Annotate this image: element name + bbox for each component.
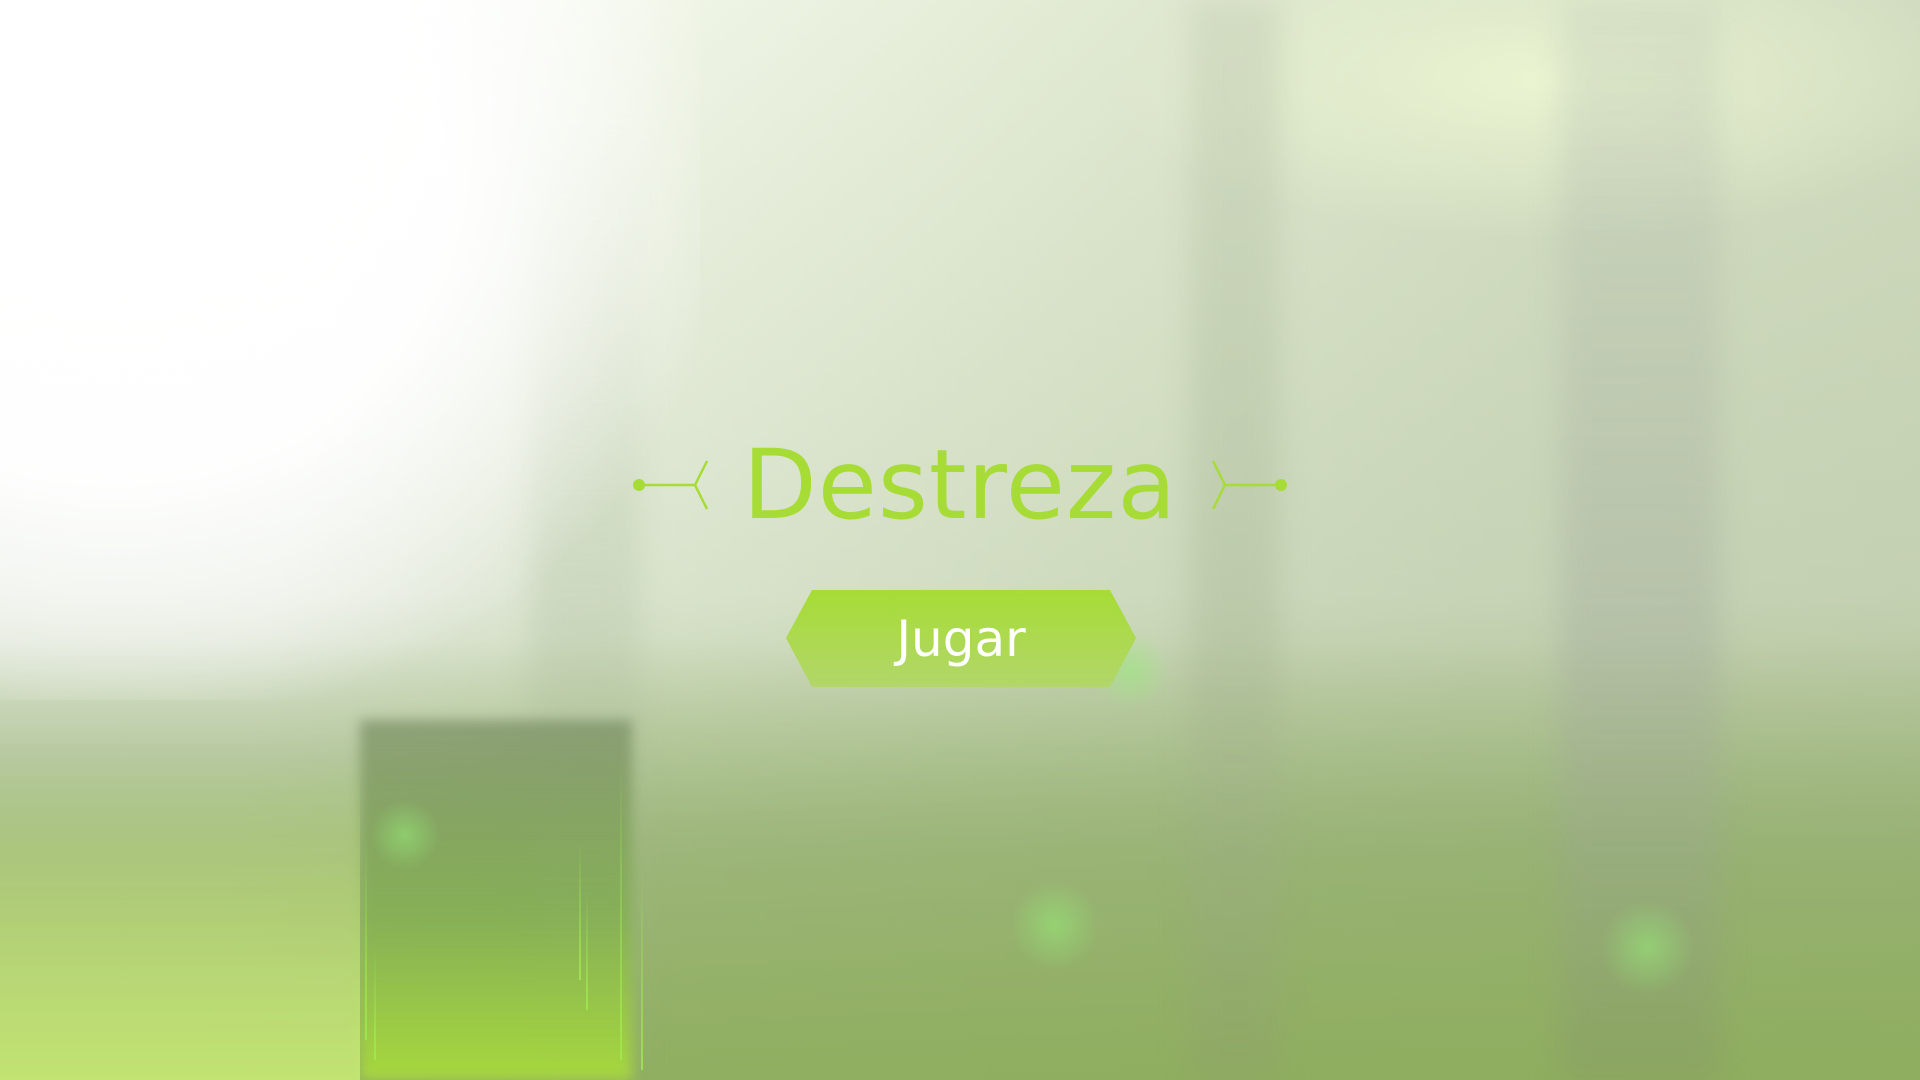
connector-ornament-icon — [632, 460, 708, 510]
light-streak — [374, 950, 376, 1060]
title-group: Destreza — [0, 430, 1920, 540]
game-title: Destreza — [742, 429, 1178, 541]
light-streak — [365, 840, 367, 1040]
light-streak — [579, 840, 581, 980]
background-pillar — [1190, 0, 1280, 1080]
background-pillar-lit — [360, 720, 632, 1080]
connector-ornament-icon — [1212, 460, 1288, 510]
game-title-screen: Destreza Jugar — [0, 0, 1920, 1080]
light-streak — [586, 890, 588, 1010]
light-particle — [1600, 900, 1695, 995]
light-particle — [1010, 880, 1100, 970]
light-streak — [620, 760, 622, 1060]
background-green-haze — [0, 760, 360, 1080]
play-button[interactable]: Jugar — [786, 590, 1136, 687]
play-button-label: Jugar — [896, 609, 1026, 668]
background-white-haze — [0, 0, 700, 700]
light-particle — [370, 800, 440, 870]
light-streak — [641, 870, 643, 1070]
